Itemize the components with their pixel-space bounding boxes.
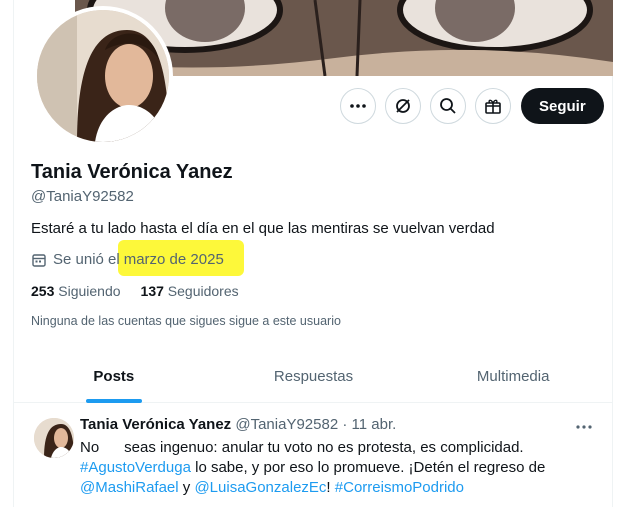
post-text-2: lo sabe, y por eso lo promueve. ¡Detén e… bbox=[190, 459, 546, 476]
profile-actions: Seguir bbox=[340, 88, 604, 124]
tab-posts[interactable]: Posts bbox=[14, 350, 214, 403]
tab-multimedia[interactable]: Multimedia bbox=[413, 350, 613, 402]
followers-label: Seguidores bbox=[167, 283, 239, 299]
post-avatar[interactable] bbox=[34, 418, 74, 458]
joined-prefix: Se unió el bbox=[53, 251, 120, 268]
more-icon bbox=[576, 425, 592, 429]
post-text-3: y bbox=[178, 479, 195, 496]
mutual-followers-note: Ninguna de las cuentas que sigues sigue … bbox=[31, 314, 341, 328]
gift-button[interactable] bbox=[475, 88, 511, 124]
tab-respuestas[interactable]: Respuestas bbox=[214, 350, 414, 402]
profile-name: Tania Verónica Yanez bbox=[31, 161, 233, 183]
followers-count: 137 bbox=[140, 283, 164, 299]
post-separator: · bbox=[342, 416, 348, 433]
gift-icon bbox=[485, 99, 501, 114]
grok-button[interactable] bbox=[385, 88, 421, 124]
profile-avatar[interactable] bbox=[33, 6, 173, 146]
mention-link[interactable]: @MashiRafael bbox=[80, 479, 179, 496]
grok-icon bbox=[396, 99, 410, 113]
search-icon bbox=[440, 98, 456, 114]
post-handle[interactable]: @TaniaY92582 bbox=[235, 416, 338, 433]
followers-link[interactable]: 137 Seguidores bbox=[141, 283, 239, 299]
post-date[interactable]: 11 abr. bbox=[352, 416, 397, 433]
joined-date: marzo de 2025 bbox=[123, 251, 224, 268]
mention-link[interactable]: @LuisaGonzalezEc bbox=[194, 479, 326, 496]
profile-bio: Estaré a tu lado hasta el día en el que … bbox=[31, 220, 495, 237]
profile-stats: 253 Siguiendo 137 Seguidores bbox=[31, 283, 239, 299]
post-author[interactable]: Tania Verónica Yanez bbox=[80, 416, 231, 433]
following-label: Siguiendo bbox=[58, 283, 121, 299]
post-text-1: No seas ingenuo: anular tu voto no es pr… bbox=[80, 439, 524, 456]
more-button[interactable] bbox=[340, 88, 376, 124]
hashtag-link[interactable]: #CorreismoPodrido bbox=[335, 479, 464, 496]
post-header: Tania Verónica Yanez @TaniaY92582 · 11 a… bbox=[80, 416, 396, 433]
search-button[interactable] bbox=[430, 88, 466, 124]
post-text-4: ! bbox=[326, 479, 335, 496]
profile-tabs: Posts Respuestas Multimedia bbox=[14, 350, 613, 403]
joined-date-row: Se unió el marzo de 2025 bbox=[31, 251, 631, 268]
hashtag-link[interactable]: #AgustoVerduga bbox=[80, 459, 191, 476]
following-link[interactable]: 253 Siguiendo bbox=[31, 283, 121, 299]
follow-button[interactable]: Seguir bbox=[521, 88, 604, 124]
post[interactable]: Tania Verónica Yanez @TaniaY92582 · 11 a… bbox=[14, 404, 613, 507]
calendar-icon bbox=[32, 253, 46, 267]
following-count: 253 bbox=[31, 283, 55, 299]
post-text: No seas ingenuo: anular tu voto no es pr… bbox=[80, 438, 590, 498]
more-icon bbox=[350, 104, 366, 108]
profile-handle: @TaniaY92582 bbox=[31, 188, 134, 205]
